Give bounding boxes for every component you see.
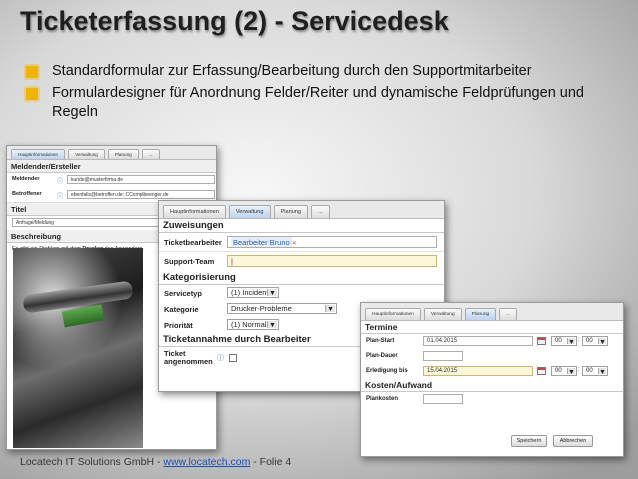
category-label: Kategorie bbox=[164, 305, 199, 314]
done-by-label: Erledigung bis bbox=[366, 368, 408, 374]
reporter-input[interactable]: kunde@musterfirma.de bbox=[67, 175, 215, 184]
info-icon: ⓘ bbox=[57, 179, 64, 185]
ticket-form-planning-window: Hauptinformationen Verwaltung Planung ..… bbox=[360, 302, 624, 457]
section-header-requester: Meldender/Ersteller bbox=[7, 160, 216, 173]
section-header-dates: Termine bbox=[361, 321, 623, 334]
done-by-row: Erledigung bis 15.04.2015 00 ▼ : 00 ▼ bbox=[361, 364, 623, 379]
bullet-text: Standardformular zur Erfassung/Bearbeitu… bbox=[52, 63, 532, 79]
affected-label: Betroffener bbox=[12, 191, 42, 197]
tab-verwaltung[interactable]: Verwaltung bbox=[423, 308, 462, 320]
bullet-list: Standardformular zur Erfassung/Bearbeitu… bbox=[22, 62, 622, 125]
tab-planung[interactable]: Planung bbox=[273, 205, 309, 218]
calendar-icon[interactable] bbox=[537, 367, 546, 375]
form-tab-bar: Hauptinformationen Verwaltung Planung ..… bbox=[7, 146, 216, 160]
team-label: Support-Team bbox=[164, 257, 215, 266]
printer-photo bbox=[13, 248, 143, 448]
accepted-checkbox[interactable] bbox=[229, 354, 237, 362]
done-by-input[interactable]: 15.04.2015 bbox=[423, 366, 533, 376]
agent-label: Ticketbearbeiter bbox=[164, 238, 222, 247]
slide-footer: Locatech IT Solutions GmbH - www.locatec… bbox=[20, 456, 292, 468]
agent-chip: Bearbeiter Bruno bbox=[231, 237, 292, 247]
chevron-down-icon: ▼ bbox=[267, 321, 277, 329]
plan-start-row: Plan-Start 01.04.2015 00 ▼ : 00 ▼ bbox=[361, 334, 623, 349]
tab-hauptinformationen[interactable]: Hauptinformationen bbox=[365, 308, 421, 320]
cancel-button[interactable]: Abbrechen bbox=[553, 435, 593, 447]
plan-duration-row: Plan-Dauer bbox=[361, 349, 623, 364]
done-by-minute-select[interactable]: 00 ▼ bbox=[582, 366, 608, 376]
chevron-down-icon: ▼ bbox=[567, 368, 575, 376]
chevron-down-icon: ▼ bbox=[567, 338, 575, 346]
tab-planung[interactable]: Planung bbox=[107, 149, 139, 159]
form-tab-bar: Hauptinformationen Verwaltung Planung ..… bbox=[159, 201, 444, 219]
tab-planung[interactable]: Planung bbox=[464, 308, 497, 320]
servicetype-select[interactable]: (1) Incident ▼ bbox=[227, 287, 279, 298]
tab-more[interactable]: ... bbox=[499, 308, 518, 320]
plan-costs-label: Plankosten bbox=[366, 396, 399, 402]
tab-verwaltung[interactable]: Verwaltung bbox=[228, 205, 271, 218]
plan-start-input[interactable]: 01.04.2015 bbox=[423, 336, 533, 346]
chevron-down-icon: ▼ bbox=[598, 368, 606, 376]
plan-duration-input[interactable] bbox=[423, 351, 463, 361]
chevron-down-icon: ▼ bbox=[267, 289, 277, 297]
accepted-label: Ticket angenommen bbox=[164, 349, 213, 366]
done-by-hour-select[interactable]: 00 ▼ bbox=[551, 366, 577, 376]
tab-hauptinformationen[interactable]: Hauptinformationen bbox=[163, 205, 226, 218]
tab-more[interactable]: ... bbox=[141, 149, 160, 159]
section-header-categorization: Kategorisierung bbox=[159, 271, 444, 285]
tab-verwaltung[interactable]: Verwaltung bbox=[68, 149, 105, 159]
section-header-costs: Kosten/Aufwand bbox=[361, 379, 623, 392]
affected-input[interactable]: ebenfalls@betroffen.de; CComplbeenger.de bbox=[67, 190, 215, 199]
agent-row: Ticketbearbeiter Bearbeiter Bruno ✕ bbox=[159, 233, 444, 252]
priority-select[interactable]: (1) Normal ▼ bbox=[227, 319, 279, 330]
form-tab-bar: Hauptinformationen Verwaltung Planung ..… bbox=[361, 303, 623, 321]
team-row: Support-Team | bbox=[159, 252, 444, 271]
bullet-text: Formulardesigner für Anordnung Felder/Re… bbox=[52, 85, 584, 120]
team-input[interactable]: | bbox=[227, 255, 437, 267]
footer-link[interactable]: www.locatech.com bbox=[163, 456, 250, 468]
chevron-down-icon: ▼ bbox=[325, 305, 335, 313]
plan-start-minute-select[interactable]: 00 ▼ bbox=[582, 336, 608, 346]
category-select[interactable]: Drucker-Probleme ▼ bbox=[227, 303, 337, 314]
reporter-label: Meldender bbox=[12, 176, 40, 182]
priority-label: Priorität bbox=[164, 321, 193, 330]
plan-duration-label: Plan-Dauer bbox=[366, 353, 398, 359]
bullet-item: Formulardesigner für Anordnung Felder/Re… bbox=[22, 84, 622, 122]
section-header-assignments: Zuweisungen bbox=[159, 219, 444, 233]
slide-title: Ticketerfassung (2) - Servicedesk bbox=[20, 6, 449, 36]
reporter-row: Meldender ⓘ kunde@musterfirma.de bbox=[7, 173, 216, 188]
tab-more[interactable]: ... bbox=[311, 205, 330, 218]
info-icon: ⓘ bbox=[57, 194, 64, 200]
plan-start-label: Plan-Start bbox=[366, 338, 395, 344]
bullet-square-icon bbox=[26, 88, 38, 100]
agent-input[interactable]: Bearbeiter Bruno ✕ bbox=[227, 236, 437, 248]
bullet-item: Standardformular zur Erfassung/Bearbeitu… bbox=[22, 62, 622, 81]
tab-hauptinformationen[interactable]: Hauptinformationen bbox=[11, 149, 66, 159]
chevron-down-icon: ▼ bbox=[598, 338, 606, 346]
plan-costs-row: Plankosten bbox=[361, 392, 623, 407]
calendar-icon[interactable] bbox=[537, 337, 546, 345]
plan-start-hour-select[interactable]: 00 ▼ bbox=[551, 336, 577, 346]
info-icon: ⓘ bbox=[217, 355, 224, 362]
servicetype-row: Servicetyp (1) Incident ▼ bbox=[159, 285, 444, 301]
servicetype-label: Servicetyp bbox=[164, 289, 202, 298]
remove-icon[interactable]: ✕ bbox=[292, 241, 297, 247]
save-button[interactable]: Speichern bbox=[511, 435, 547, 447]
plan-costs-input[interactable] bbox=[423, 394, 463, 404]
bullet-square-icon bbox=[26, 66, 38, 78]
